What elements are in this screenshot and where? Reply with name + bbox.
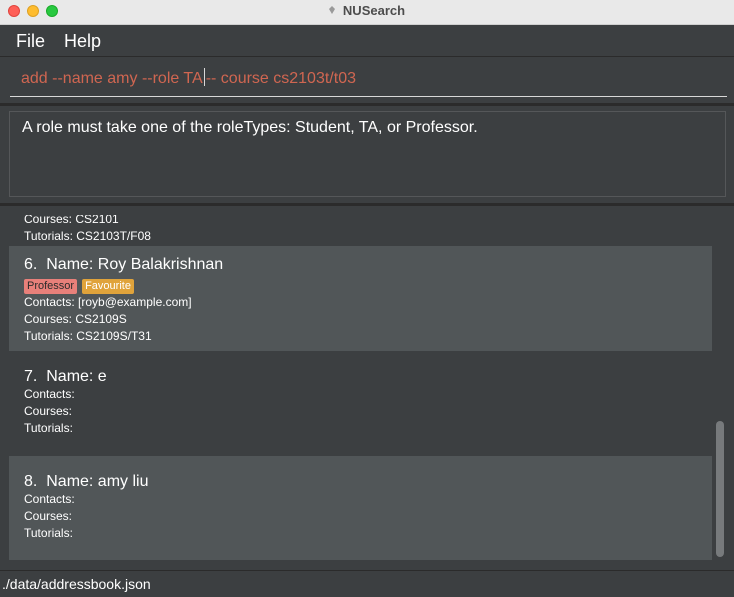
person-index: 6. — [24, 256, 38, 273]
result-message: A role must take one of the roleTypes: S… — [22, 119, 478, 136]
person-card[interactable]: 7. Name: e Contacts: Courses: Tutorials: — [9, 351, 712, 456]
tag-professor: Professor — [24, 279, 78, 294]
result-display: A role must take one of the roleTypes: S… — [9, 111, 726, 197]
person-tutorials: Tutorials: — [24, 421, 73, 435]
command-box: add --name amy --role TA -- course cs2103… — [0, 57, 734, 103]
person-card[interactable]: Courses: CS2101 Tutorials: CS2103T/F08 — [9, 215, 712, 246]
menu-bar: File Help — [0, 25, 734, 57]
app-icon — [328, 6, 335, 14]
person-name-line: 8. Name: amy liu — [24, 456, 712, 491]
status-bar: ./data/addressbook.json — [0, 570, 734, 592]
person-list[interactable]: Courses: CS2101 Tutorials: CS2103T/F08 6… — [9, 215, 712, 560]
person-card[interactable]: 6. Name: Roy Balakrishnan Professor Favou… — [9, 246, 712, 351]
person-tags: Professor Favourite — [24, 276, 712, 294]
command-text-after-caret: -- course cs2103t/t03 — [205, 70, 356, 87]
person-name: Name: amy liu — [46, 473, 149, 490]
save-file-path: ./data/addressbook.json — [2, 576, 151, 592]
person-index: 8. — [24, 473, 38, 490]
text-caret — [203, 68, 205, 86]
person-contacts: Contacts: [royb@example.com] — [24, 295, 192, 309]
command-input[interactable]: add --name amy --role TA -- course cs2103… — [10, 57, 727, 97]
person-name: Name: e — [46, 368, 107, 385]
person-tutorials: Tutorials: CS2109S/T31 — [24, 329, 152, 343]
tag-favourite: Favourite — [82, 279, 134, 294]
person-card[interactable]: 8. Name: amy liu Contacts: Courses: Tuto… — [9, 456, 712, 560]
person-name-line: 7. Name: e — [24, 351, 712, 386]
menu-file[interactable]: File — [16, 31, 45, 52]
person-list-panel[interactable]: Courses: CS2101 Tutorials: CS2103T/F08 6… — [0, 206, 734, 567]
person-courses: Courses: CS2101 — [24, 215, 119, 226]
person-name: Name: Roy Balakrishnan — [46, 256, 224, 273]
window-title-wrap: NUSearch — [0, 3, 734, 18]
window-title: NUSearch — [342, 3, 406, 18]
person-courses: Courses: — [24, 509, 73, 523]
title-bar: NUSearch — [0, 0, 734, 25]
person-index: 7. — [24, 368, 38, 385]
person-name-line: 6. Name: Roy Balakrishnan — [24, 246, 712, 274]
person-contacts: Contacts: — [24, 492, 75, 506]
command-text-before-caret: add --name amy --role TA — [21, 70, 203, 87]
list-scrollbar[interactable] — [716, 421, 724, 557]
menu-help[interactable]: Help — [64, 31, 101, 52]
person-tutorials: Tutorials: — [24, 526, 73, 540]
person-tutorials: Tutorials: CS2103T/F08 — [24, 229, 151, 243]
person-contacts: Contacts: — [24, 387, 75, 401]
divider — [0, 103, 734, 106]
person-courses: Courses: CS2109S — [24, 312, 127, 326]
person-courses: Courses: — [24, 404, 73, 418]
